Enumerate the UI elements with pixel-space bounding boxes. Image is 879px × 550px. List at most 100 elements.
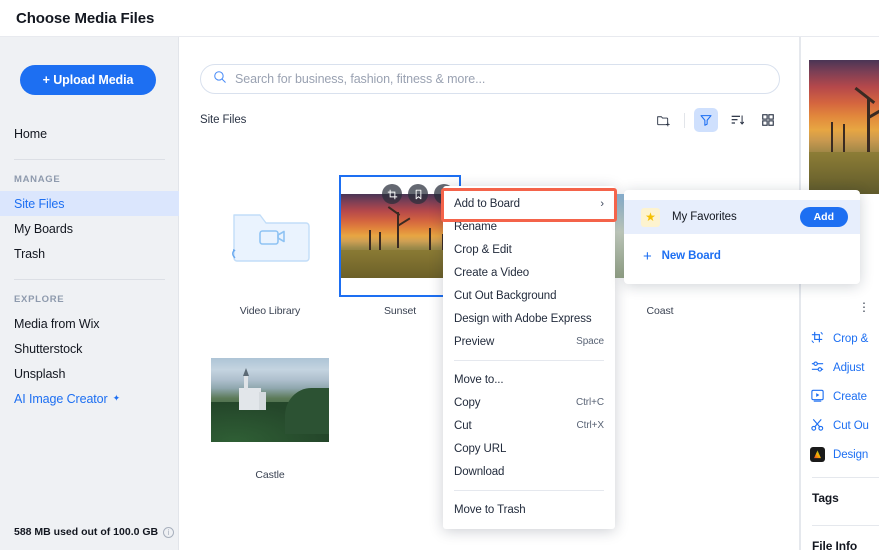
menu-item-add-to-board[interactable]: Add to Board ›	[443, 192, 615, 215]
upload-media-button[interactable]: + Upload Media	[20, 65, 156, 95]
sidebar-divider-1	[14, 159, 165, 160]
menu-item-design-with-adobe-express[interactable]: Design with Adobe Express	[443, 307, 615, 330]
sidebar-group-explore: EXPLORE	[14, 294, 65, 305]
tags-section-title: Tags	[812, 491, 839, 505]
star-icon: ★	[641, 207, 660, 227]
menu-item-cut[interactable]: Cut Ctrl+X	[443, 414, 615, 437]
menu-item-label: Cut Out Background	[454, 289, 557, 302]
panel-action-create-a-video[interactable]: Create	[810, 382, 879, 411]
menu-item-crop-and-edit[interactable]: Crop & Edit	[443, 238, 615, 261]
add-to-board-button[interactable]: Add	[799, 207, 848, 227]
menu-item-label: Preview	[454, 335, 495, 348]
menu-item-rename[interactable]: Rename	[443, 215, 615, 238]
search-box[interactable]	[200, 64, 780, 94]
menu-item-label: Download	[454, 465, 505, 478]
file-label: Sunset	[383, 305, 417, 317]
filter-icon[interactable]	[694, 108, 718, 132]
chevron-right-icon: ›	[600, 197, 604, 210]
storage-text: 588 MB used out of 100.0 GB	[14, 526, 159, 538]
file-info-section-title: File Info	[812, 539, 858, 550]
image-thumbnail-sunset[interactable]	[339, 175, 461, 297]
media-manager-window: Choose Media Files + Upload Media Home M…	[0, 0, 879, 550]
menu-item-label: Add to Board	[454, 197, 520, 210]
breadcrumb[interactable]: Site Files	[200, 114, 246, 126]
menu-item-label: Design with Adobe Express	[454, 312, 592, 325]
sidebar-item-trash[interactable]: Trash	[0, 241, 179, 266]
menu-divider-1	[454, 360, 604, 361]
menu-item-move-to-trash[interactable]: Move to Trash	[443, 498, 615, 521]
panel-action-design-with-adobe-express[interactable]: Design	[810, 440, 879, 469]
menu-item-cut-out-background[interactable]: Cut Out Background	[443, 284, 615, 307]
menu-item-download[interactable]: Download	[443, 460, 615, 483]
menu-item-preview[interactable]: Preview Space	[443, 330, 615, 353]
new-board-button[interactable]: + New Board	[624, 240, 860, 272]
menu-item-label: Create a Video	[454, 266, 530, 279]
board-item-my-favorites[interactable]: ★ My Favorites Add	[624, 200, 860, 234]
menu-item-label: Move to...	[454, 373, 504, 386]
panel-action-cut-out-background[interactable]: Cut Ou	[810, 411, 879, 440]
file-tile-sunset[interactable]: Sunset	[339, 175, 461, 317]
preview-image	[809, 60, 879, 194]
file-label: Video Library	[239, 305, 301, 317]
menu-item-label: Crop & Edit	[454, 243, 512, 256]
menu-item-label: Copy URL	[454, 442, 507, 455]
sidebar-item-media-from-wix[interactable]: Media from Wix	[0, 311, 179, 336]
sidebar-item-my-boards[interactable]: My Boards	[0, 216, 179, 241]
sort-icon[interactable]	[725, 108, 749, 132]
panel-more-icon[interactable]: ⋮	[858, 300, 870, 314]
sidebar-item-home[interactable]: Home	[0, 121, 179, 146]
grid-view-icon[interactable]	[756, 108, 780, 132]
menu-item-shortcut: Ctrl+X	[576, 420, 605, 431]
menu-item-label: Rename	[454, 220, 497, 233]
menu-item-label: Copy	[454, 396, 481, 409]
menu-item-create-a-video[interactable]: Create a Video	[443, 261, 615, 284]
menu-item-copy-url[interactable]: Copy URL	[443, 437, 615, 460]
sidebar-item-ai-image-creator[interactable]: AI Image Creator ✦	[0, 386, 179, 411]
info-icon[interactable]: i	[163, 526, 175, 538]
menu-item-label: Move to Trash	[454, 503, 526, 516]
toolbar-icons	[651, 108, 780, 132]
search-input[interactable]	[235, 72, 755, 86]
sidebar-item-label: AI Image Creator	[14, 391, 108, 406]
panel-action-label: Create	[833, 390, 867, 403]
toolbar-divider	[684, 112, 685, 128]
page-title: Choose Media Files	[16, 9, 155, 27]
file-tile-video-library[interactable]: Video Library	[211, 177, 329, 317]
sidebar-item-site-files[interactable]: Site Files	[0, 191, 179, 216]
sidebar-item-shutterstock[interactable]: Shutterstock	[0, 336, 179, 361]
scissors-icon	[810, 417, 825, 435]
add-to-board-submenu: ★ My Favorites Add + New Board	[624, 190, 860, 284]
panel-action-label: Design	[833, 448, 869, 461]
file-label: Coast	[646, 305, 674, 317]
sunset-image	[341, 194, 459, 278]
folder-thumbnail[interactable]	[211, 177, 329, 295]
panel-divider-2	[812, 525, 879, 526]
menu-divider-2	[454, 490, 604, 491]
panel-action-label: Adjust	[833, 361, 865, 374]
search-area	[200, 64, 780, 94]
panel-action-adjust[interactable]: Adjust	[810, 353, 879, 382]
menu-item-move-to[interactable]: Move to...	[443, 368, 615, 391]
new-board-label: New Board	[661, 250, 721, 262]
adjust-icon	[810, 359, 825, 377]
castle-image	[211, 358, 329, 442]
menu-item-copy[interactable]: Copy Ctrl+C	[443, 391, 615, 414]
board-name-label: My Favorites	[672, 211, 737, 223]
panel-action-label: Crop &	[833, 332, 869, 345]
new-folder-icon[interactable]	[651, 108, 675, 132]
bookmark-icon[interactable]	[408, 184, 428, 204]
image-thumbnail-castle[interactable]	[211, 341, 329, 459]
search-icon	[213, 70, 227, 89]
video-folder-icon	[232, 214, 310, 262]
panel-action-crop-and-edit[interactable]: Crop &	[810, 324, 879, 353]
sidebar-group-manage: MANAGE	[14, 174, 61, 185]
sidebar-divider-2	[14, 279, 165, 280]
file-tile-castle[interactable]: Castle	[211, 341, 329, 481]
crop-icon[interactable]	[382, 184, 402, 204]
sidebar-item-unsplash[interactable]: Unsplash	[0, 361, 179, 386]
context-menu: Add to Board › Rename Crop & Edit Create…	[443, 186, 615, 529]
storage-usage: 588 MB used out of 100.0 GB i	[14, 526, 175, 538]
breadcrumb-toolbar: Site Files	[200, 107, 780, 133]
sidebar-nav: Home MANAGE Site Files My Boards Trash E…	[0, 121, 179, 411]
menu-item-shortcut: Space	[576, 336, 604, 347]
